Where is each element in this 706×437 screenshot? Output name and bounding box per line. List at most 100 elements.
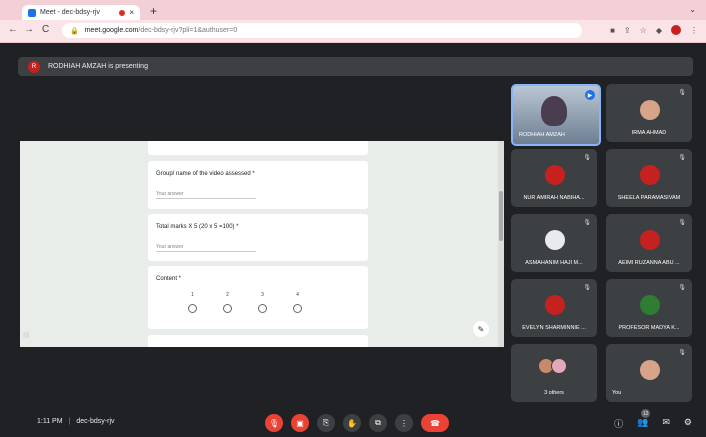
participant-tile-self[interactable]: 🎙 You <box>606 344 692 402</box>
avatar <box>640 230 660 250</box>
lock-icon: 🔒 <box>70 27 79 35</box>
activities-icon[interactable]: ⚙ <box>684 417 692 430</box>
mic-muted-icon: 🎙 <box>583 155 591 161</box>
radio-icon[interactable] <box>188 304 197 313</box>
form-card-bottom <box>148 335 368 347</box>
answer-field[interactable]: Your answer <box>156 244 256 252</box>
participant-name: NUR AMIRAH NABIHA... <box>523 195 585 201</box>
camera-toggle-button[interactable]: ▣ <box>291 414 309 432</box>
meeting-controls-bar: 1:11 PM | dec-bdsy-rjv 🎙 ▣ ⎘ ✋ ⧉ ⋮ ☎ ⓘ 👥… <box>0 405 706 437</box>
answer-field[interactable]: Your answer <box>156 191 256 199</box>
radio-icon[interactable] <box>258 304 267 313</box>
new-tab-button[interactable]: + <box>150 4 157 18</box>
browser-tab-strip: Meet - dec-bdsy-rjv × + ⌄ <box>0 0 706 20</box>
participant-video <box>541 96 567 126</box>
participant-tile[interactable]: 🎙 NUR AMIRAH NABIHA... <box>511 149 597 207</box>
browser-toolbar: ← → C 🔒 meet.google.com /dec-bdsy-rjv?pl… <box>0 20 706 43</box>
more-options-button[interactable]: ⋮ <box>395 414 413 432</box>
raise-hand-button[interactable]: ✋ <box>343 414 361 432</box>
participant-tile[interactable]: 🎙 AEIMI RUZANNA ABU ... <box>606 214 692 272</box>
participant-tile-presenter[interactable]: ▶ RODHIAH AMZAH <box>511 84 601 146</box>
linear-scale: 1 2 3 4 <box>188 292 302 313</box>
captions-icon[interactable]: ▤ <box>23 331 30 339</box>
participant-name: 3 others <box>544 390 564 396</box>
back-button[interactable]: ← <box>8 24 18 35</box>
participant-name: You <box>612 390 622 396</box>
address-bar[interactable]: 🔒 meet.google.com /dec-bdsy-rjv?pli=1&au… <box>62 23 582 38</box>
form-question-card: Content * 1 2 3 4 <box>148 266 368 329</box>
meeting-time: 1:11 PM <box>37 418 63 425</box>
avatar <box>640 360 660 380</box>
participant-tile[interactable]: 🎙 EVELYN SHARMINNIE ... <box>511 279 597 337</box>
presenting-banner: R RODHIAH AMZAH is presenting <box>18 57 693 76</box>
captions-button[interactable]: ⎘ <box>317 414 335 432</box>
participant-name: SHEELA PARAMASIVAM <box>617 195 681 201</box>
avatar <box>545 165 565 185</box>
extensions-icon[interactable]: ◆ <box>656 26 662 35</box>
present-button[interactable]: ⧉ <box>369 414 387 432</box>
scale-option[interactable]: 1 <box>188 292 197 313</box>
mic-toggle-button[interactable]: 🎙 <box>265 414 283 432</box>
shared-screen: Group/ name of the video assessed * Your… <box>20 141 504 347</box>
meeting-code: dec-bdsy-rjv <box>76 418 115 425</box>
participant-name: EVELYN SHARMINNIE ... <box>522 325 586 331</box>
people-button[interactable]: 👥 12 <box>637 409 651 430</box>
participant-name: IRMA AHMAD <box>631 130 667 136</box>
avatar <box>551 358 567 374</box>
participant-tile[interactable]: 🎙 ASMAHANIM HAJI M... <box>511 214 597 272</box>
browser-tab-meet[interactable]: Meet - dec-bdsy-rjv × <box>22 5 140 20</box>
people-count-badge: 12 <box>641 409 651 418</box>
avatar <box>545 295 565 315</box>
meeting-info: 1:11 PM | dec-bdsy-rjv <box>37 418 115 425</box>
mic-muted-icon: 🎙 <box>678 285 686 291</box>
avatar <box>640 295 660 315</box>
camera-in-use-icon[interactable]: ■ <box>610 26 615 35</box>
participant-tile[interactable]: 🎙 SHEELA PARAMASIVAM <box>606 149 692 207</box>
divider: | <box>68 418 71 425</box>
recording-dot-icon <box>119 9 126 16</box>
participant-name: ASMAHANIM HAJI M... <box>525 260 583 266</box>
tab-close-button[interactable]: × <box>129 8 134 17</box>
call-controls: 🎙 ▣ ⎘ ✋ ⧉ ⋮ ☎ <box>265 414 449 432</box>
question-label: Total marks X 5 (20 x 5 =100) * <box>156 224 239 230</box>
mic-muted-icon: 🎙 <box>678 220 686 226</box>
chat-icon[interactable]: ✉ <box>662 417 670 430</box>
mic-muted-icon: 🎙 <box>678 90 686 96</box>
scale-option[interactable]: 4 <box>293 292 302 313</box>
tab-title: Meet - dec-bdsy-rjv <box>40 9 100 16</box>
reload-button[interactable]: C <box>42 24 49 35</box>
presenting-indicator-icon: ▶ <box>585 90 595 100</box>
question-label: Group/ name of the video assessed * <box>156 171 255 177</box>
edit-pencil-icon[interactable]: ✎ <box>473 321 489 337</box>
radio-icon[interactable] <box>223 304 232 313</box>
participant-name: AEIMI RUZANNA ABU ... <box>618 260 680 266</box>
participant-tile[interactable]: 🎙 IRMA AHMAD <box>606 84 692 142</box>
browser-menu-icon[interactable]: ⋮ <box>690 26 698 35</box>
scrollbar[interactable] <box>498 141 504 347</box>
tab-search-button[interactable]: ⌄ <box>689 5 696 14</box>
forward-button[interactable]: → <box>24 24 34 35</box>
form-card-top <box>148 141 368 155</box>
participant-tile[interactable]: 🎙 PROFESOR MADYA K... <box>606 279 692 337</box>
participant-name: RODHIAH AMZAH <box>519 132 565 138</box>
form-question-card: Group/ name of the video assessed * Your… <box>148 161 368 209</box>
scrollbar-thumb[interactable] <box>499 191 503 241</box>
mic-muted-icon: 🎙 <box>678 350 686 356</box>
others-avatars <box>538 358 567 374</box>
mic-muted-icon: 🎙 <box>583 220 591 226</box>
participant-tile-others[interactable]: 3 others <box>511 344 597 402</box>
question-label: Content * <box>156 276 182 282</box>
bookmark-star-icon[interactable]: ☆ <box>640 26 647 35</box>
mic-muted-icon: 🎙 <box>583 285 591 291</box>
leave-call-button[interactable]: ☎ <box>421 414 449 432</box>
scale-option[interactable]: 2 <box>223 292 232 313</box>
profile-avatar[interactable] <box>671 25 681 35</box>
url-path: /dec-bdsy-rjv?pli=1&authuser=0 <box>138 27 238 34</box>
radio-icon[interactable] <box>293 304 302 313</box>
scale-option[interactable]: 3 <box>258 292 267 313</box>
share-icon[interactable]: ⇪ <box>624 26 631 35</box>
avatar <box>640 100 660 120</box>
url-host: meet.google.com <box>84 27 139 34</box>
info-icon[interactable]: ⓘ <box>614 417 623 430</box>
form-question-card: Total marks X 5 (20 x 5 =100) * Your ans… <box>148 214 368 261</box>
